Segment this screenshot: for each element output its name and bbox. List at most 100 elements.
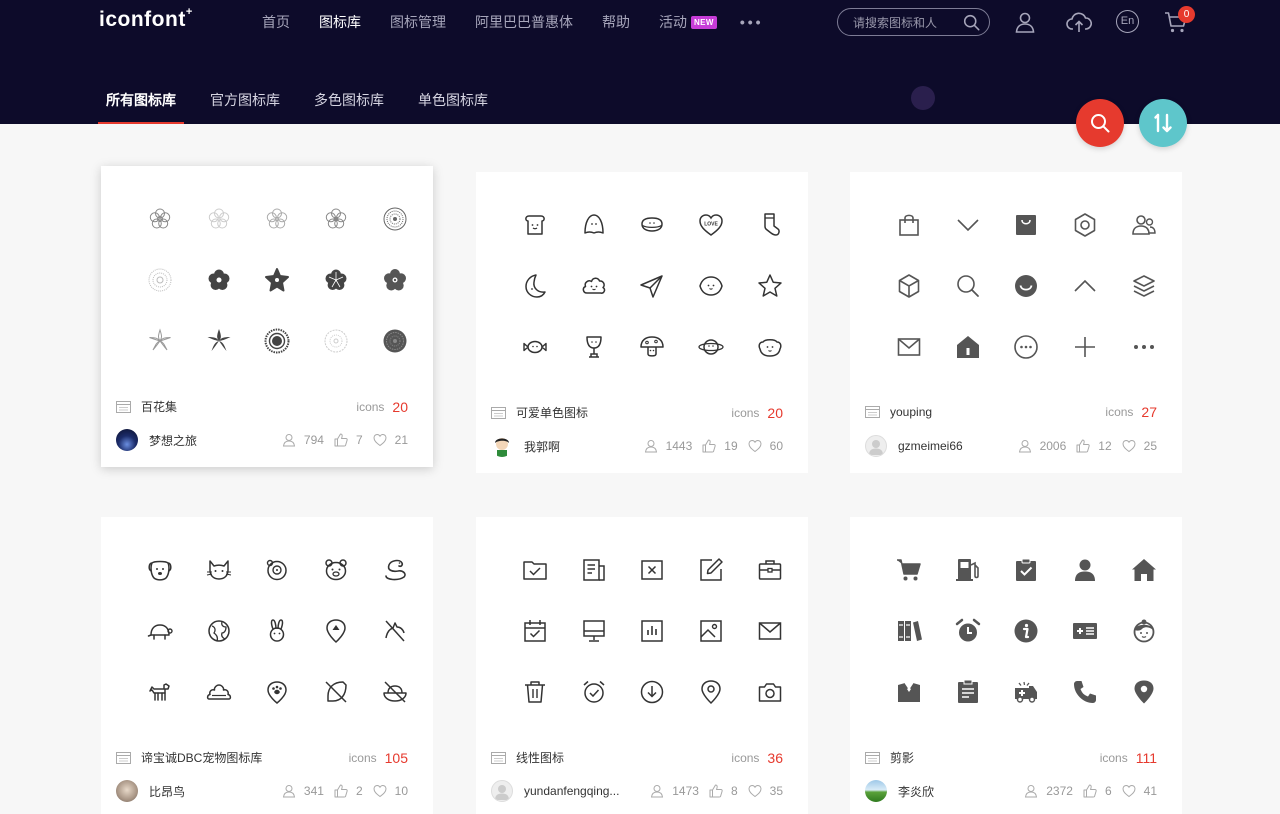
language-toggle[interactable]: En bbox=[1116, 10, 1139, 33]
author-name[interactable]: 我郭啊 bbox=[524, 438, 624, 455]
heart-icon[interactable] bbox=[748, 439, 762, 453]
cloud-download-icon bbox=[623, 661, 682, 722]
author-name[interactable]: 比昂鸟 bbox=[149, 783, 249, 800]
heart-icon[interactable] bbox=[1122, 439, 1136, 453]
icon-library-card[interactable]: youping icons 27 gzmeimei66 2006 12 25 bbox=[850, 172, 1182, 473]
icons-count: 111 bbox=[1135, 749, 1157, 766]
library-title[interactable]: 剪影 bbox=[890, 749, 1100, 766]
home-filled-icon bbox=[939, 316, 998, 377]
nav-icon-library[interactable]: 图标库 bbox=[319, 12, 361, 32]
ghost-icon bbox=[565, 194, 624, 255]
cat-icon bbox=[190, 539, 249, 600]
mail-icon bbox=[880, 316, 939, 377]
author-name[interactable]: yundanfengqing... bbox=[524, 784, 624, 798]
camera-icon bbox=[740, 661, 799, 722]
nav-icon-management[interactable]: 图标管理 bbox=[390, 12, 446, 32]
plus-icon bbox=[1056, 316, 1115, 377]
icons-label: icons bbox=[1099, 750, 1128, 765]
favorite-count: 25 bbox=[1143, 439, 1157, 453]
search-input[interactable] bbox=[853, 14, 963, 31]
lily-icon bbox=[190, 310, 249, 371]
avatar[interactable] bbox=[116, 780, 138, 802]
heart-icon[interactable] bbox=[373, 433, 387, 447]
card-title-row: 线性图标 icons 36 bbox=[491, 749, 783, 766]
library-title[interactable]: 谛宝诚DBC宠物图标库 bbox=[141, 749, 349, 766]
flower-icon bbox=[190, 188, 249, 249]
search-icon[interactable] bbox=[963, 14, 980, 31]
avatar[interactable] bbox=[491, 780, 513, 802]
floating-search-button[interactable] bbox=[1076, 99, 1124, 147]
upload-cloud-icon[interactable] bbox=[1066, 10, 1092, 34]
tab-all-libraries[interactable]: 所有图标库 bbox=[98, 90, 184, 124]
icon-library-card[interactable]: 百花集 icons 20 梦想之旅 794 7 21 bbox=[101, 166, 433, 467]
library-icon bbox=[116, 400, 131, 413]
author-name[interactable]: 李炎欣 bbox=[898, 783, 998, 800]
view-count: 2006 bbox=[1039, 439, 1067, 453]
dahlia-icon bbox=[365, 310, 424, 371]
icons-label: icons bbox=[348, 750, 377, 765]
document-icon bbox=[565, 539, 624, 600]
sunflower-icon bbox=[248, 310, 307, 371]
nav-activity[interactable]: 活动 NEW bbox=[659, 12, 717, 32]
monitor-icon bbox=[565, 600, 624, 661]
info-icon bbox=[997, 600, 1056, 661]
library-title[interactable]: youping bbox=[890, 405, 1105, 419]
briefcase-icon bbox=[740, 539, 799, 600]
thumbs-up-icon[interactable] bbox=[1083, 784, 1097, 798]
user-icon[interactable] bbox=[1013, 10, 1037, 34]
report-icon bbox=[939, 661, 998, 722]
icon-library-card[interactable]: 线性图标 icons 36 yundanfengqing... 1473 8 3… bbox=[476, 517, 808, 814]
like-count: 2 bbox=[355, 784, 363, 798]
hexagon-settings-icon bbox=[1056, 194, 1115, 255]
nav-home[interactable]: 首页 bbox=[262, 12, 290, 32]
library-title[interactable]: 可爱单色图标 bbox=[516, 404, 731, 421]
tab-multicolor-libraries[interactable]: 多色图标库 bbox=[314, 90, 384, 124]
avatar[interactable] bbox=[865, 435, 887, 457]
avatar[interactable] bbox=[865, 780, 887, 802]
avatar[interactable] bbox=[491, 435, 513, 457]
thumbs-up-icon[interactable] bbox=[1076, 439, 1090, 453]
iconfont-logo[interactable]: iconfont+ bbox=[99, 6, 193, 32]
icons-count: 20 bbox=[392, 398, 408, 415]
author-name[interactable]: gzmeimei66 bbox=[898, 439, 998, 453]
books-icon bbox=[880, 600, 939, 661]
cart-count-badge: 0 bbox=[1178, 6, 1195, 23]
heart-icon[interactable] bbox=[373, 784, 387, 798]
alarm-check-icon bbox=[565, 661, 624, 722]
thumbs-up-icon[interactable] bbox=[334, 433, 348, 447]
card-user-row: 梦想之旅 794 7 21 bbox=[116, 429, 408, 451]
sort-button[interactable] bbox=[1139, 99, 1187, 147]
heart-icon[interactable] bbox=[748, 784, 762, 798]
favorite-count: 21 bbox=[394, 433, 408, 447]
paw-pin-icon bbox=[307, 600, 366, 661]
card-user-row: yundanfengqing... 1473 8 35 bbox=[491, 780, 783, 802]
tab-official-libraries[interactable]: 官方图标库 bbox=[210, 90, 280, 124]
nav-help[interactable]: 帮助 bbox=[602, 12, 630, 32]
globe-paw-icon bbox=[190, 600, 249, 661]
icon-library-card[interactable]: 谛宝诚DBC宠物图标库 icons 105 比昂鸟 341 2 10 bbox=[101, 517, 433, 814]
icons-label: icons bbox=[731, 405, 760, 420]
user-view-icon bbox=[282, 785, 295, 798]
lily-icon bbox=[131, 310, 190, 371]
view-count: 794 bbox=[303, 433, 324, 447]
thumbs-up-icon[interactable] bbox=[334, 784, 348, 798]
suit-shirt-icon bbox=[880, 661, 939, 722]
decorative-dot bbox=[911, 86, 935, 110]
no-pets-icon bbox=[365, 600, 424, 661]
icon-library-card[interactable]: LOVE 可爱单色图标 icons 20 我郭啊 1443 19 60 bbox=[476, 172, 808, 473]
icon-library-card[interactable]: 剪影 icons 111 李炎欣 2372 6 41 bbox=[850, 517, 1182, 814]
nav-alibaba-font[interactable]: 阿里巴巴普惠体 bbox=[475, 12, 573, 32]
tab-monochrome-libraries[interactable]: 单色图标库 bbox=[418, 90, 488, 124]
card-user-row: gzmeimei66 2006 12 25 bbox=[865, 435, 1157, 457]
library-title[interactable]: 线性图标 bbox=[516, 749, 731, 766]
author-name[interactable]: 梦想之旅 bbox=[149, 432, 249, 449]
library-title[interactable]: 百花集 bbox=[141, 398, 356, 415]
avatar[interactable] bbox=[116, 429, 138, 451]
heart-icon[interactable] bbox=[1122, 784, 1136, 798]
thumbs-up-icon[interactable] bbox=[709, 784, 723, 798]
rabbit-icon bbox=[248, 600, 307, 661]
no-food-icon bbox=[365, 661, 424, 722]
smile-filled-icon bbox=[997, 255, 1056, 316]
more-icon[interactable]: ••• bbox=[740, 14, 764, 30]
thumbs-up-icon[interactable] bbox=[702, 439, 716, 453]
